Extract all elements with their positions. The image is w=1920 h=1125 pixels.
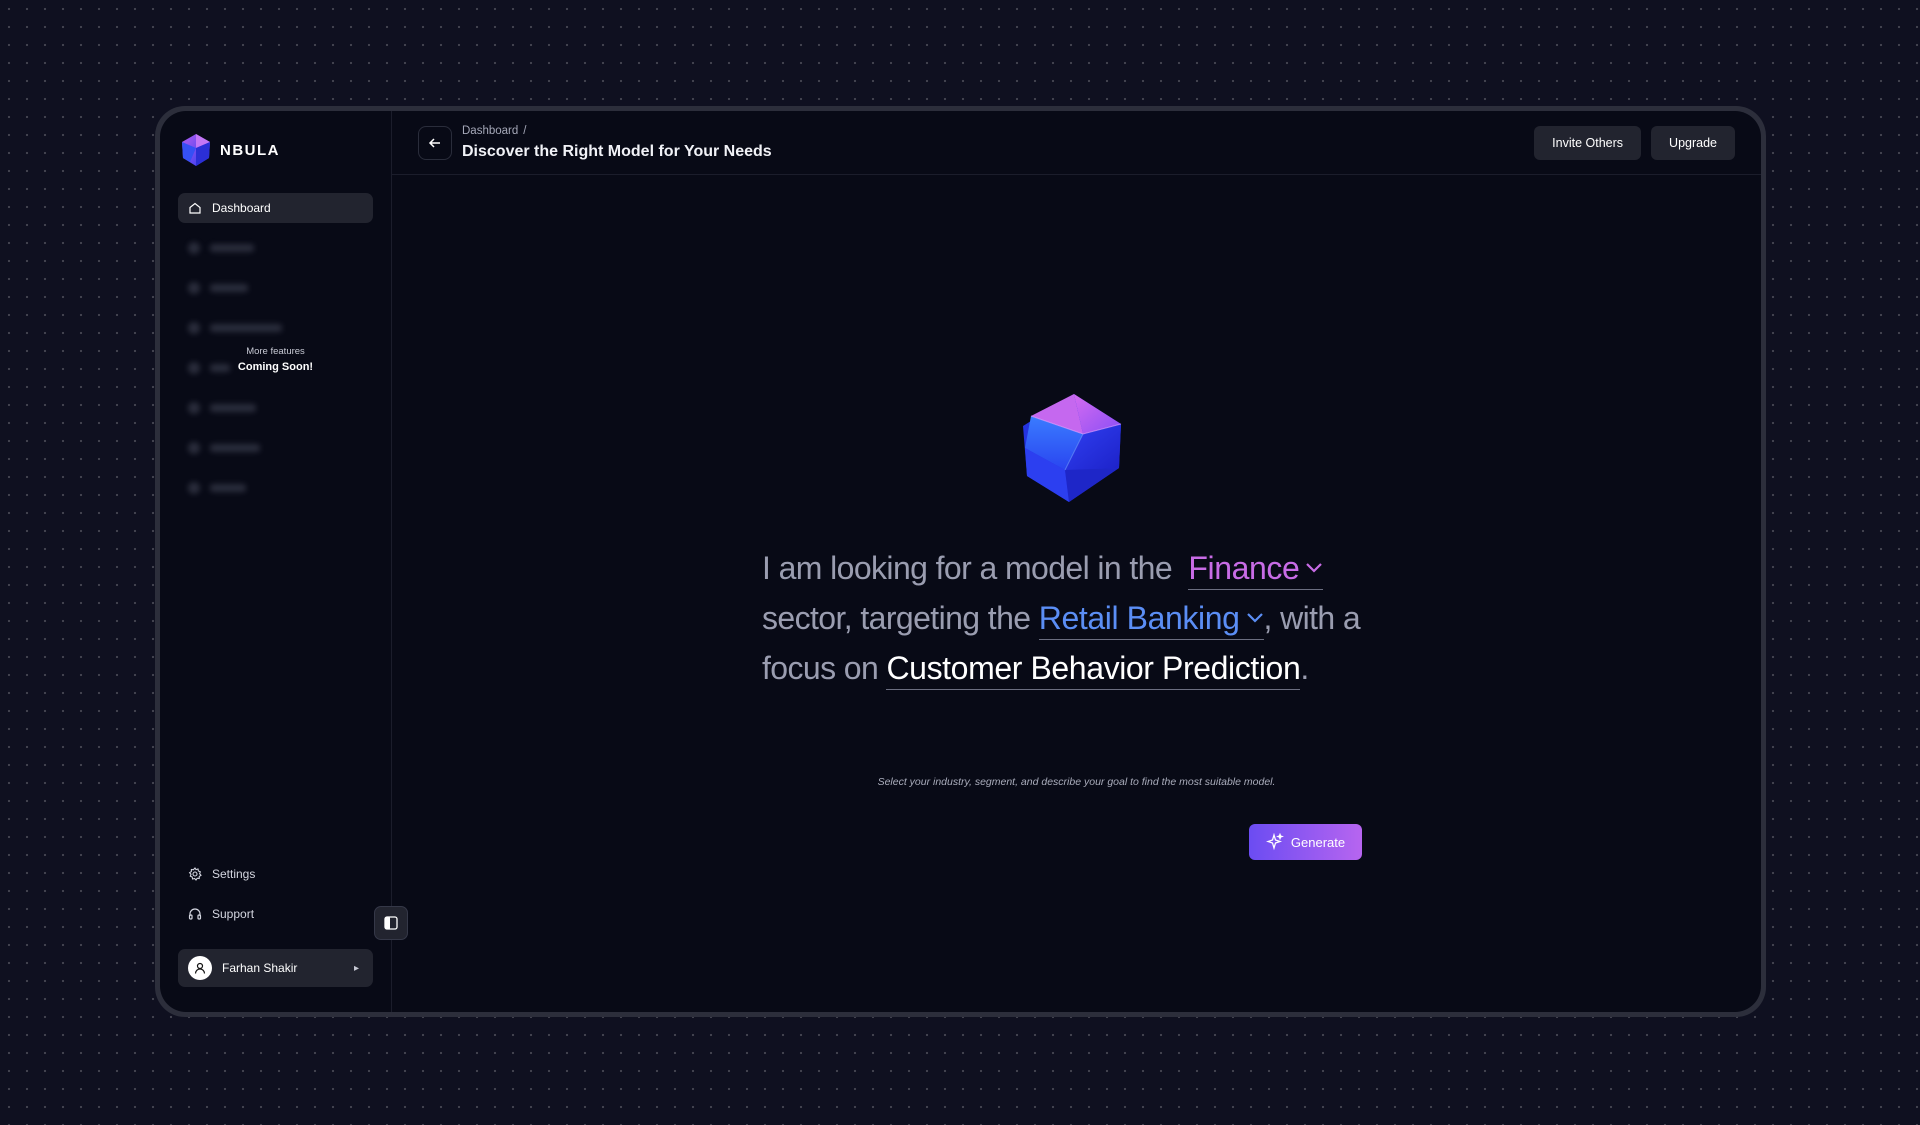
sidebar-item-locked [178,433,373,463]
industry-value: Finance [1188,550,1300,586]
prompt-sentence: I am looking for a model in the Finance … [762,543,1382,693]
industry-dropdown[interactable]: Finance [1188,547,1324,590]
logo-gem-icon [182,134,210,166]
chevron-right-icon: ▸ [353,962,359,974]
user-icon [194,962,206,974]
prompt-text-5: . [1300,650,1309,686]
helper-text: Select your industry, segment, and descr… [877,776,1276,788]
page-title: Discover the Right Model for Your Needs [462,143,772,160]
gear-icon [188,867,202,881]
logo-text: NBULA [220,141,280,159]
sidebar-item-locked [178,473,373,503]
settings-label: Settings [212,867,256,881]
goal-input[interactable]: Customer Behavior Prediction [886,647,1301,690]
segment-value: Retail Banking [1038,600,1240,636]
prompt-text-3: , with a [1263,600,1361,636]
breadcrumb: Dashboard / [462,125,526,137]
gem-illustration [1023,394,1122,502]
generate-button[interactable]: Generate [1249,824,1362,860]
top-bar: Dashboard / Discover the Right Model for … [392,111,1761,175]
logo[interactable]: NBULA [178,132,280,168]
coming-soon-overlay: More features Coming Soon! [178,346,373,373]
segment-dropdown[interactable]: Retail Banking [1038,597,1264,640]
back-button[interactable] [418,126,452,160]
chevron-down-icon [1246,612,1263,623]
home-icon [189,202,201,214]
breadcrumb-dashboard[interactable]: Dashboard [462,125,518,137]
sidebar-item-support[interactable]: Support [178,900,373,928]
sidebar-item-locked [178,313,373,343]
coming-soon-title: Coming Soon! [237,361,314,373]
device-frame: NBULA Dashboard More features Coming Soo… [155,106,1766,1017]
upgrade-button[interactable]: Upgrade [1651,126,1735,160]
user-name: Farhan Shakir [222,961,298,975]
breadcrumb-separator: / [523,125,527,137]
sidebar-item-locked [178,273,373,303]
app-window: NBULA Dashboard More features Coming Soo… [160,111,1761,1012]
invite-others-button[interactable]: Invite Others [1534,126,1642,160]
generate-label: Generate [1290,834,1346,850]
model-finder: I am looking for a model in the Finance … [392,175,1761,1012]
sidebar: NBULA Dashboard More features Coming Soo… [160,111,392,1012]
avatar [188,956,212,980]
sidebar-item-locked [178,233,373,263]
main-area: Dashboard / Discover the Right Model for … [392,111,1761,1012]
sparkles-icon [1265,833,1284,851]
sidebar-item-locked [178,393,373,423]
sidebar-toggle-button[interactable] [374,906,408,940]
sidebar-panel-icon [384,916,398,930]
chevron-down-icon [1306,562,1323,573]
support-label: Support [212,907,255,921]
sidebar-item-label: Dashboard [212,201,271,215]
prompt-text-2: sector, targeting the [762,600,1031,636]
sidebar-item-settings[interactable]: Settings [178,860,373,888]
user-menu[interactable]: Farhan Shakir ▸ [178,949,373,987]
prompt-text-1: I am looking for a model in the [762,550,1173,586]
coming-soon-caption: More features [246,346,305,357]
sidebar-item-dashboard[interactable]: Dashboard [178,193,373,223]
prompt-text-4: focus on [762,650,879,686]
headset-icon [188,908,202,920]
arrow-left-icon [428,138,440,148]
header-actions: Invite Others Upgrade [1534,126,1735,160]
